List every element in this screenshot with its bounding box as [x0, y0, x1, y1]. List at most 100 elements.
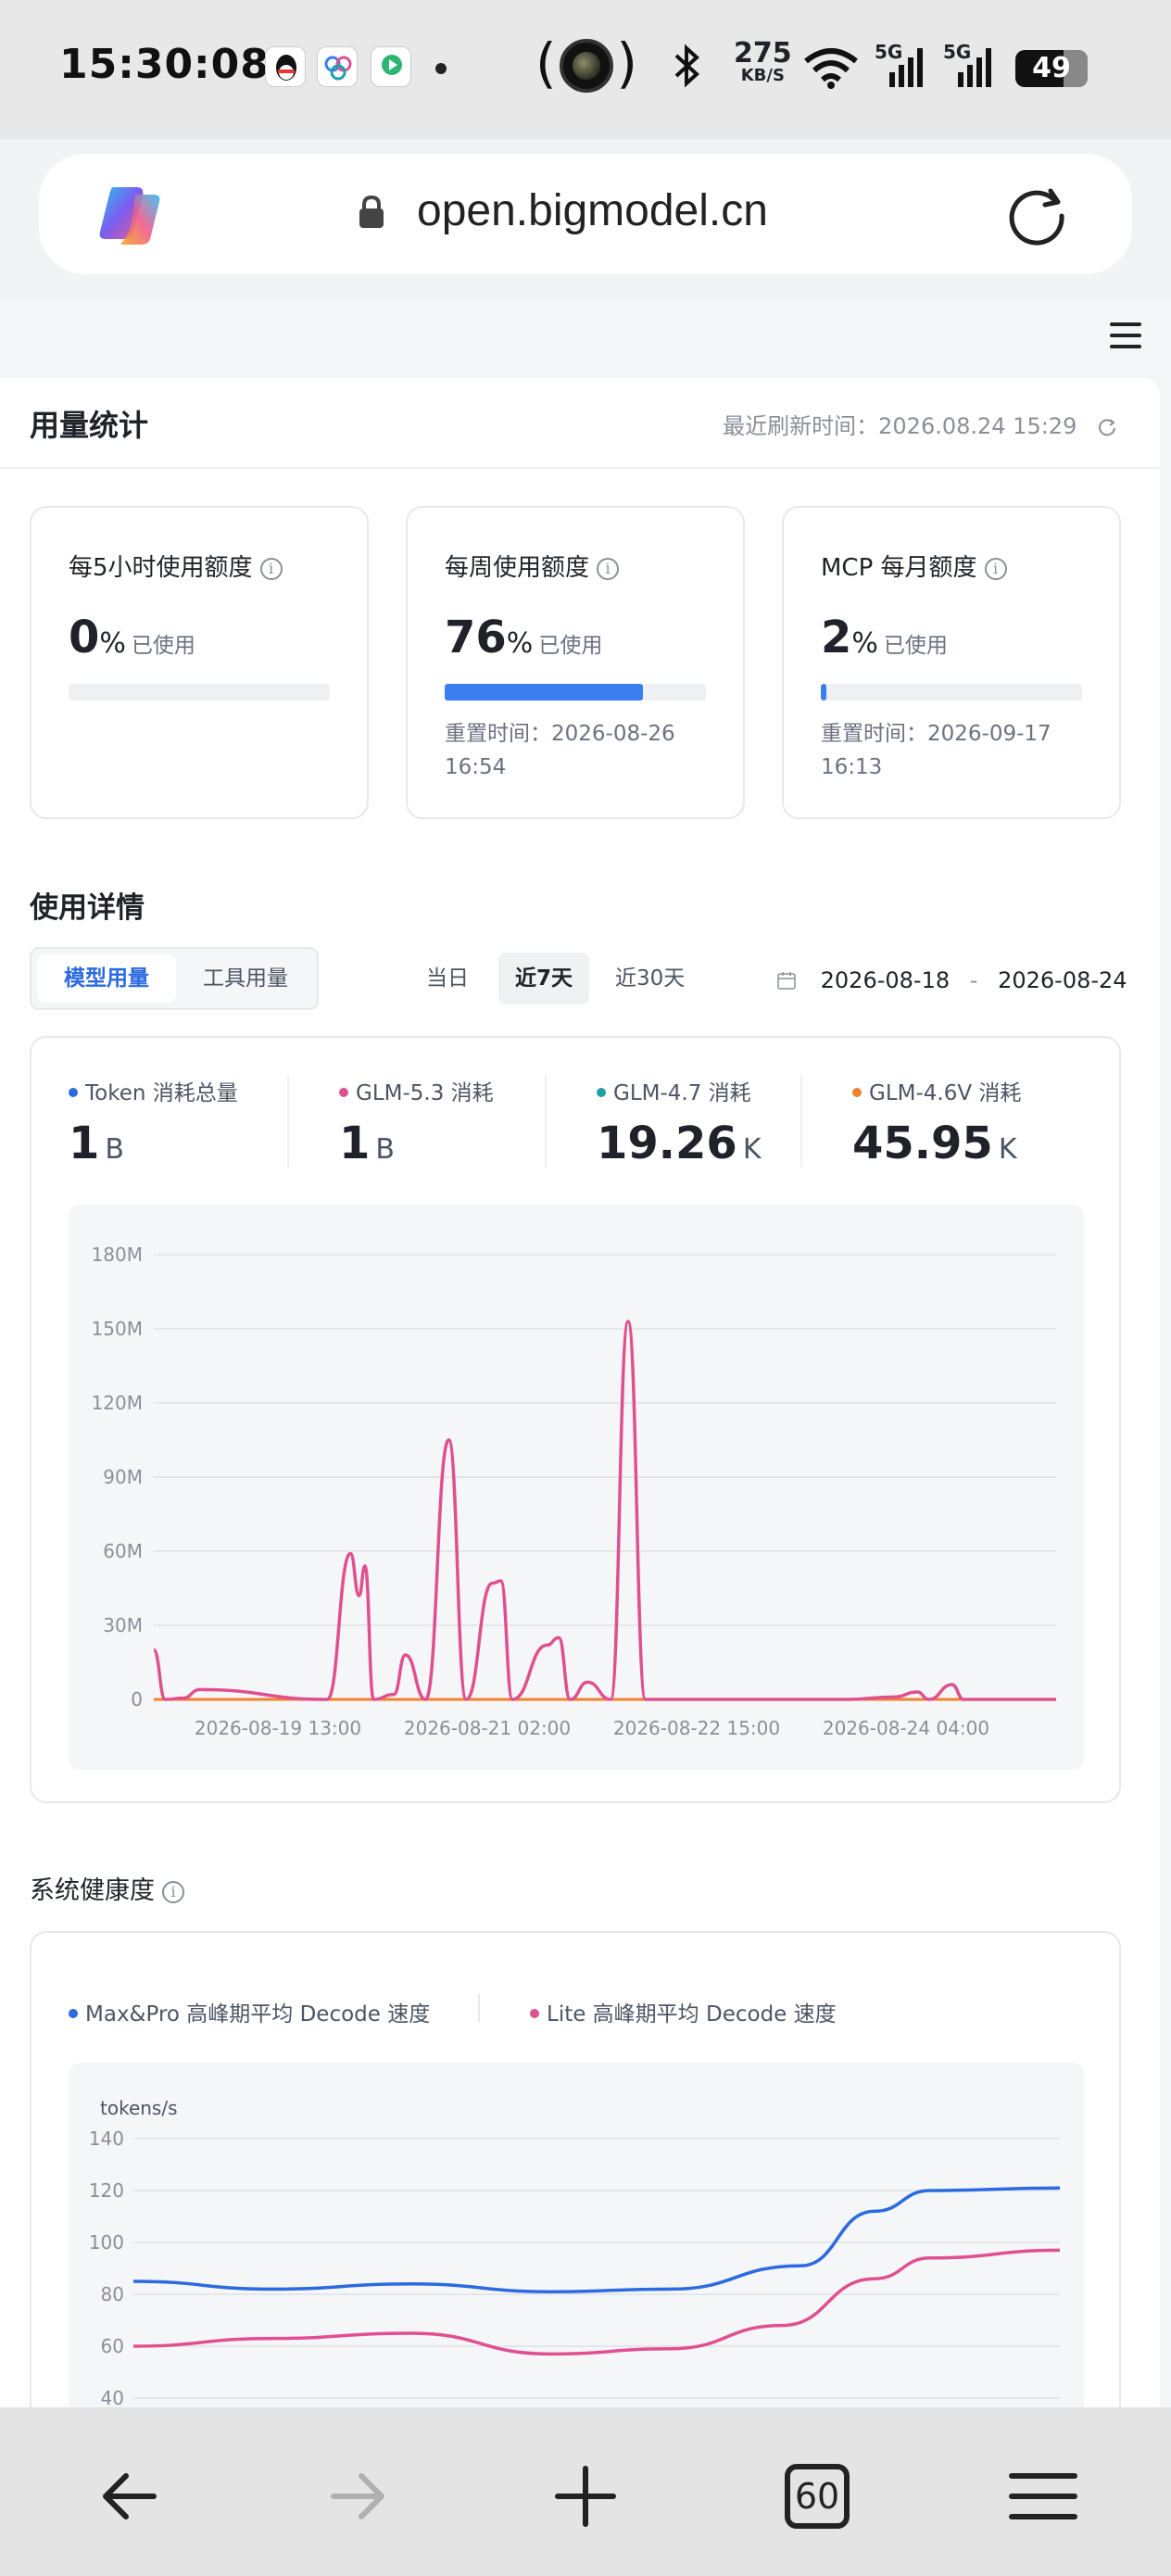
quota-card-mcp: MCP 每月额度 i 2% 已使用 重置时间：2026-09-17 16:13 [782, 506, 1121, 819]
y-tick-label: 80 [101, 2283, 124, 2305]
y-tick-label: 0 [131, 1688, 143, 1711]
menu-icon[interactable] [1006, 2459, 1080, 2533]
stat-label: GLM-4.6V 消耗 [869, 1081, 1022, 1105]
notification-dot [435, 63, 447, 74]
quota-card-5h: 每5小时使用额度 i 0% 已使用 [30, 506, 369, 819]
x-tick-label: 2026-08-24 04:00 [823, 1717, 989, 1739]
usage-chart-area: 180M 150M 120M 90M 60M 30M 0 2026-08-19 13:00 20… [69, 1205, 1084, 1770]
menu-icon[interactable] [1110, 322, 1141, 348]
y-tick-label: 140 [89, 2128, 124, 2150]
details-title: 使用详情 [30, 891, 145, 925]
quota-reset: 重置时间：2026-09-17 16:13 [821, 722, 1051, 779]
divider [545, 1075, 547, 1168]
legend-dot [69, 1088, 78, 1097]
stat-unit: K [742, 1133, 762, 1166]
quota-progress-bar [821, 684, 1082, 701]
stat-unit: B [105, 1133, 124, 1166]
quota-title: MCP 每月额度 i [821, 549, 1007, 583]
health-title: 系统健康度 i [30, 1870, 184, 1906]
stat-unit: B [375, 1133, 395, 1166]
quota-title: 每周使用额度 i [445, 549, 620, 583]
bluetooth-icon [674, 44, 699, 88]
lock-icon [359, 195, 384, 228]
calendar-icon [777, 972, 796, 990]
reload-icon[interactable] [1004, 183, 1069, 248]
series-line-glm53 [152, 1320, 1056, 1701]
info-icon[interactable]: i [984, 558, 1007, 580]
url-text[interactable]: open.bigmodel.cn [417, 185, 768, 236]
divider [478, 1994, 480, 2022]
stat-label: Token 消耗总量 [85, 1081, 238, 1105]
legend-dot [339, 1088, 348, 1097]
refresh-icon[interactable] [1097, 417, 1117, 437]
y-tick-label: 120 [89, 2179, 124, 2202]
quota-title: 每5小时使用额度 i [69, 549, 283, 583]
date-range-picker[interactable]: 2026-08-18 - 2026-08-24 [776, 967, 1127, 993]
y-axis-label: tokens/s [100, 2097, 178, 2119]
back-icon[interactable] [93, 2459, 167, 2533]
battery-icon: 49 [1015, 50, 1088, 87]
stat-value: 19.26 [597, 1118, 737, 1169]
tab-count: 60 [794, 2476, 840, 2517]
refresh-label: 最近刷新时间：2026.08.24 15:29 [723, 413, 1077, 439]
info-icon[interactable]: i [259, 558, 283, 580]
usage-title: 用量统计 [30, 408, 149, 443]
quota-card-weekly: 每周使用额度 i 76% 已使用 重置时间：2026-08-26 16:54 [406, 506, 745, 819]
series-line-maxpro [132, 2186, 1061, 2293]
divider [800, 1075, 802, 1168]
address-bar[interactable]: open.bigmodel.cn [39, 154, 1132, 274]
refresh-info[interactable]: 最近刷新时间：2026.08.24 15:29 [723, 408, 1117, 440]
legend-lite: Lite 高峰期平均 Decode 速度 [530, 1996, 837, 2027]
info-icon[interactable]: i [597, 558, 620, 580]
y-tick-label: 180M [92, 1244, 143, 1266]
y-tick-label: 120M [92, 1392, 143, 1414]
net-speed: 275 KB/S [734, 37, 792, 86]
tab-tool-usage[interactable]: 工具用量 [178, 954, 313, 1003]
y-tick-label: 150M [92, 1318, 143, 1340]
date-end: 2026-08-24 [998, 967, 1127, 993]
y-tick-label: 100 [89, 2231, 124, 2254]
info-icon[interactable]: i [162, 1881, 184, 1903]
status-time: 15:30:08 [59, 41, 270, 88]
quota-value: 76% 已使用 [445, 612, 603, 663]
quota-value: 0% 已使用 [69, 612, 195, 663]
copilot-logo-icon [99, 187, 160, 245]
tab-model-usage[interactable]: 模型用量 [37, 954, 176, 1003]
legend-dot [530, 2009, 539, 2018]
y-tick-label: 40 [101, 2387, 124, 2407]
stat-label: GLM-4.7 消耗 [613, 1081, 751, 1105]
wifi-icon [804, 48, 858, 89]
stat-glm47: GLM-4.7 消耗 19.26 K [597, 1075, 762, 1169]
stat-value: 1 [69, 1118, 100, 1169]
stat-value: 1 [339, 1118, 371, 1169]
tabs-button[interactable]: 60 [780, 2459, 854, 2533]
decode-speed-line-chart: tokens/s 140 120 100 80 60 40 [89, 2097, 1061, 2407]
stat-glm53: GLM-5.3 消耗 1B [339, 1075, 494, 1169]
stat-token-total: Token 消耗总量 1B [69, 1075, 238, 1169]
quota-value: 2% 已使用 [821, 612, 948, 663]
video-app-icon [371, 46, 411, 87]
stat-glm46v: GLM-4.6V 消耗 45.95 K [852, 1075, 1021, 1169]
x-tick-label: 2026-08-19 13:00 [195, 1717, 361, 1739]
range-today[interactable]: 当日 [409, 953, 485, 1004]
web-page: 用量统计 最近刷新时间：2026.08.24 15:29 每5小时使用额度 i 0… [0, 298, 1171, 2407]
legend-dot [69, 2009, 78, 2018]
usage-line-chart: 180M 150M 120M 90M 60M 30M 0 2026-08-19 13:00 20… [92, 1244, 1056, 1739]
health-chart-area: tokens/s 140 120 100 80 60 40 [69, 2063, 1084, 2407]
range-7days[interactable]: 近7天 [498, 953, 590, 1004]
qq-app-icon [265, 46, 306, 87]
y-tick-label: 30M [103, 1614, 143, 1636]
date-separator: - [969, 967, 978, 993]
quota-reset: 重置时间：2026-08-26 16:54 [445, 722, 675, 779]
legend-maxpro: Max&Pro 高峰期平均 Decode 速度 [69, 1996, 430, 2027]
signal-bars-icon [889, 48, 926, 87]
signal-bars-icon-2 [958, 48, 995, 87]
stat-value: 45.95 [852, 1118, 993, 1169]
status-bar: 15:30:08 () 275 KB/S 5G 5G 49 [0, 0, 1171, 139]
stat-label: GLM-5.3 消耗 [356, 1081, 494, 1105]
new-tab-icon[interactable] [548, 2459, 623, 2533]
range-30days[interactable]: 近30天 [598, 953, 701, 1004]
series-line-lite [132, 2248, 1061, 2356]
divider [0, 467, 1160, 469]
forward-icon[interactable] [321, 2459, 395, 2533]
